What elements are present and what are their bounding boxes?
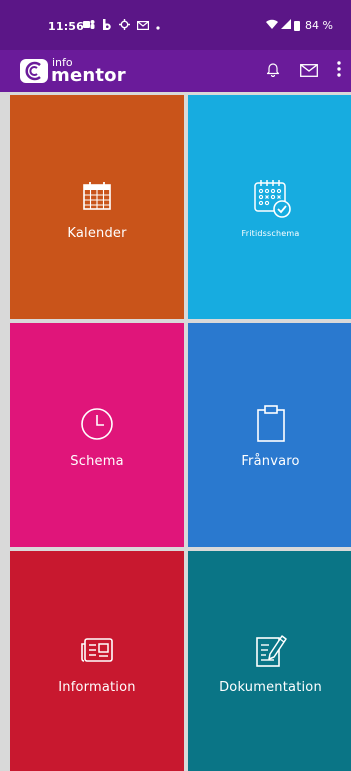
messages-button[interactable] [291, 50, 327, 92]
status-bar: 11:56 84 % [0, 0, 351, 50]
dot-icon [156, 20, 160, 33]
status-time: 11:56 [48, 20, 85, 33]
settings-icon [119, 19, 130, 33]
edit-document-icon [249, 628, 293, 672]
notification-icons [83, 19, 160, 33]
bell-icon [266, 61, 280, 81]
tile-label: Frånvaro [241, 453, 300, 469]
app-bar: info mentor [0, 50, 351, 92]
tile-label: Schema [70, 453, 124, 469]
tile-label: Kalender [67, 225, 127, 241]
signal-icon [281, 19, 292, 32]
notifications-button[interactable] [255, 50, 291, 92]
tile-fritidsschema[interactable]: Fritidsschema [188, 95, 351, 319]
b-icon [102, 19, 112, 33]
logo-mentor-text: mentor [51, 65, 126, 86]
infomentor-logo[interactable]: info mentor [20, 56, 126, 86]
tile-information[interactable]: Information [10, 551, 184, 771]
calendar-icon [75, 174, 119, 218]
logo-mark-icon [20, 59, 48, 83]
clock-icon [75, 402, 119, 446]
more-menu-button[interactable] [327, 50, 351, 92]
mail-icon [300, 62, 318, 81]
status-right: 84 % [266, 19, 333, 32]
tile-dokumentation[interactable]: Dokumentation [188, 551, 351, 771]
battery-icon [294, 20, 301, 31]
wifi-icon [266, 19, 279, 32]
tile-label: Dokumentation [219, 679, 322, 695]
module-grid: Kalender Fritidsschema Schema Frånvaro I… [10, 95, 351, 771]
tile-label: Information [58, 679, 136, 695]
gmail-icon [137, 20, 150, 33]
tile-kalender[interactable]: Kalender [10, 95, 184, 319]
schedule-check-icon [249, 177, 293, 221]
tile-schema[interactable]: Schema [10, 323, 184, 547]
tile-franvaro[interactable]: Frånvaro [188, 323, 351, 547]
clipboard-icon [249, 402, 293, 446]
newspaper-icon [75, 628, 119, 672]
tile-label: Fritidsschema [241, 228, 300, 238]
battery-level: 84 % [305, 19, 333, 32]
more-vertical-icon [337, 61, 341, 81]
teams-icon [83, 19, 95, 33]
